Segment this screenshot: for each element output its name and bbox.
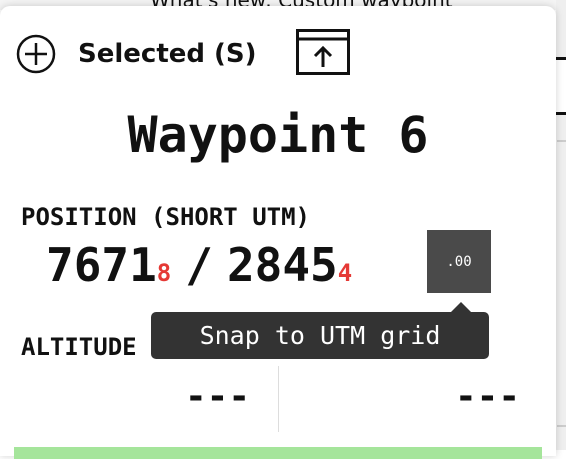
tooltip-arrow: [451, 302, 471, 312]
altitude-label: ALTITUDE: [21, 333, 137, 361]
plus-circle-icon[interactable]: [16, 34, 56, 74]
northing-minor: 4: [337, 259, 353, 287]
easting-major: 7671: [46, 238, 157, 292]
coordinate-separator: /: [185, 238, 213, 292]
tooltip-text: Snap to UTM grid: [199, 321, 441, 350]
selected-waypoint-panel: Selected (S) Waypoint 6 POSITION (SHORT …: [0, 6, 556, 459]
panel-header: Selected (S): [16, 29, 257, 79]
altitude-value-right: ---: [454, 376, 520, 417]
background-divider: [557, 140, 566, 142]
easting-minor: 8: [156, 259, 172, 287]
snap-button-label: .00: [446, 253, 472, 270]
snap-to-grid-button[interactable]: .00: [427, 230, 491, 293]
selected-count-label: Selected (S): [78, 39, 257, 69]
waypoint-title: Waypoint 6: [127, 106, 429, 164]
northing-major: 2845: [226, 238, 338, 292]
status-bar: [14, 447, 542, 459]
altitude-value-left: ---: [184, 376, 250, 417]
position-coordinates: 76718 /28454: [46, 238, 352, 292]
upload-tray-icon[interactable]: [296, 29, 350, 75]
position-label: POSITION (SHORT UTM): [21, 203, 310, 231]
background-divider: [557, 425, 566, 427]
snap-tooltip: Snap to UTM grid: [151, 312, 489, 359]
altitude-divider: [278, 366, 279, 432]
